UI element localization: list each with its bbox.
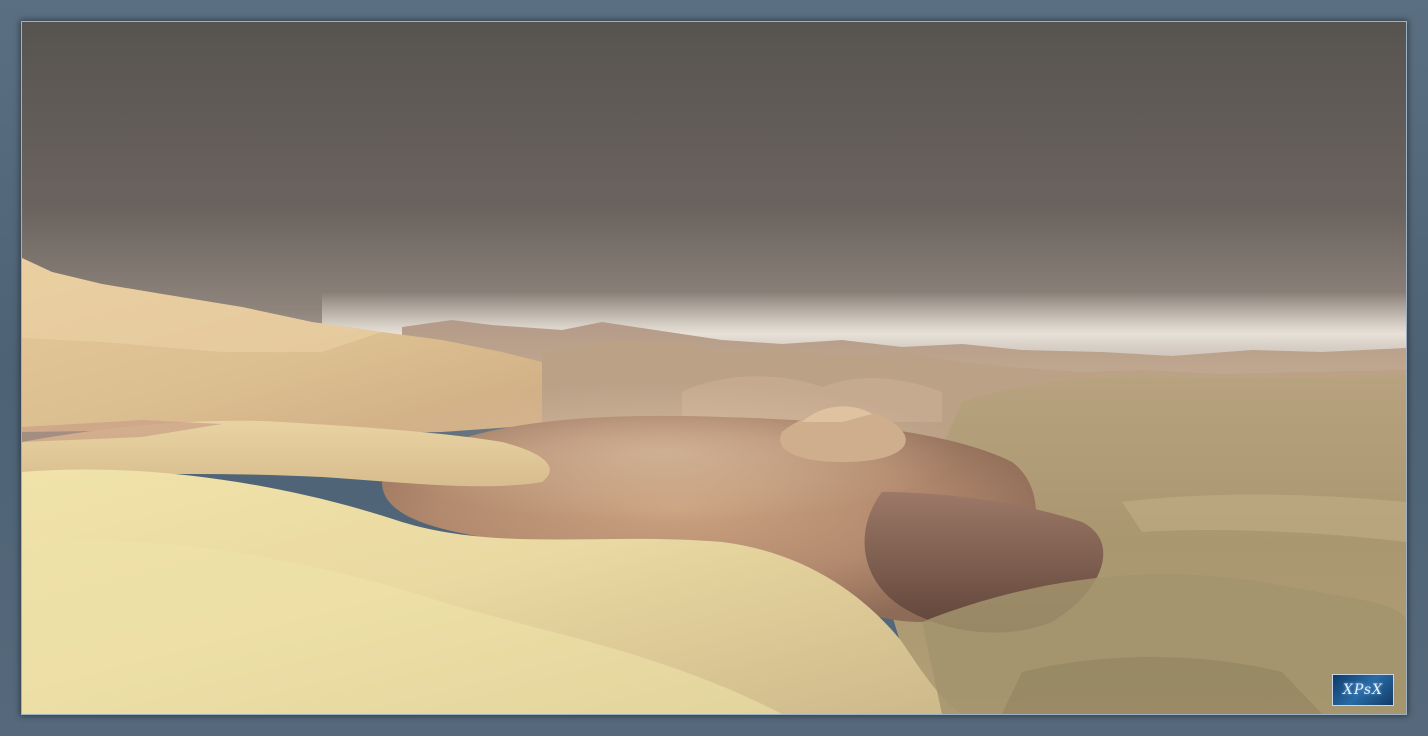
- watermark-badge: XPsX: [1332, 674, 1394, 706]
- xpsx-logo-icon: XPsX: [1342, 682, 1384, 698]
- terrain-illustration: [22, 22, 1406, 714]
- picture-frame: XPsX: [0, 0, 1428, 736]
- terrain-scene: [22, 22, 1406, 714]
